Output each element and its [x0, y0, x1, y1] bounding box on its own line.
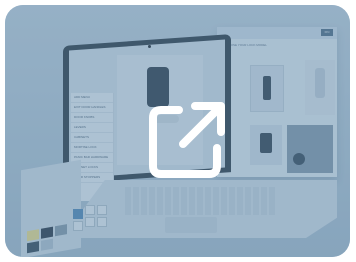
open-in-new-icon[interactable] [139, 96, 231, 188]
thumbnail-card[interactable]: FIN CHOOSE YOUR LOCK MODEL ADD MENU EXIT… [5, 5, 350, 257]
